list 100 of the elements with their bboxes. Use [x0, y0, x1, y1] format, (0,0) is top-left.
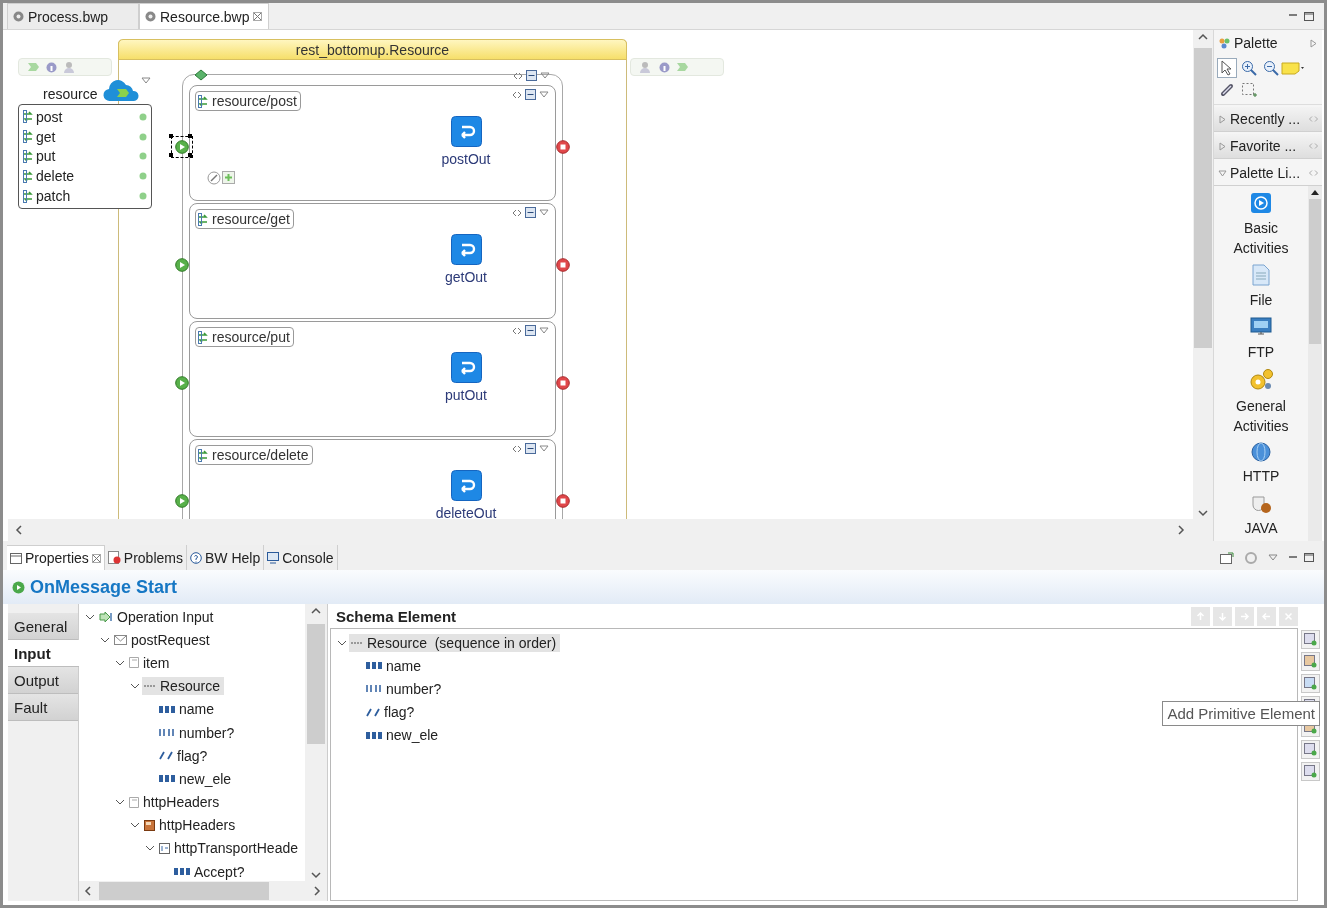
- expand-arrows-icon[interactable]: [512, 444, 522, 453]
- add-element-button[interactable]: [1300, 630, 1320, 649]
- dropdown-icon[interactable]: [539, 209, 549, 216]
- tree-item[interactable]: flag?: [364, 703, 419, 722]
- tree-item[interactable]: name: [364, 656, 426, 675]
- add-element-button[interactable]: [1300, 652, 1320, 671]
- maximize-icon[interactable]: [1304, 553, 1314, 562]
- drawer-label: Recently ...: [1230, 111, 1302, 127]
- tree-item[interactable]: postRequest: [112, 630, 214, 649]
- tree-item[interactable]: httpHeaders: [142, 816, 240, 835]
- tree-item[interactable]: number?: [364, 679, 446, 698]
- scrollbar-thumb[interactable]: [307, 624, 325, 744]
- dropdown-icon[interactable]: [539, 91, 549, 98]
- scroll-right-icon[interactable]: [1175, 524, 1187, 536]
- tree-item[interactable]: Resource: [142, 677, 224, 696]
- dropdown-icon[interactable]: [539, 327, 549, 334]
- dropdown-icon[interactable]: [141, 77, 151, 84]
- view-tab[interactable]: Properties: [7, 545, 105, 570]
- expand-arrows-icon[interactable]: [513, 71, 523, 80]
- end-event-icon[interactable]: [556, 376, 570, 390]
- operation-label[interactable]: delete: [36, 168, 136, 185]
- collapse-icon[interactable]: [526, 70, 537, 81]
- scroll-down-icon[interactable]: [310, 869, 322, 881]
- scrollbar-thumb[interactable]: [99, 882, 269, 900]
- palette-drawer[interactable]: Recently ...: [1214, 107, 1322, 132]
- expand-arrows-icon[interactable]: [512, 326, 522, 335]
- editor-tab[interactable]: Resource.bwp: [139, 3, 269, 29]
- scrollbar-thumb[interactable]: [1194, 48, 1212, 348]
- close-icon[interactable]: [252, 12, 262, 21]
- view-tab[interactable]: Console: [264, 545, 338, 570]
- section-tab[interactable]: Output: [8, 667, 78, 694]
- add-element-button[interactable]: [1300, 674, 1320, 693]
- palette-item[interactable]: File: [1249, 290, 1273, 310]
- tree-item[interactable]: httpHeaders: [127, 793, 224, 812]
- add-element-button[interactable]: [1300, 740, 1320, 759]
- palette-tool[interactable]: [1261, 58, 1281, 78]
- end-event-icon[interactable]: [556, 258, 570, 272]
- section-tab[interactable]: General: [8, 613, 78, 640]
- palette-tool[interactable]: [1217, 58, 1237, 78]
- tree-item[interactable]: Accept?: [172, 862, 249, 881]
- operation-label[interactable]: post: [36, 108, 136, 125]
- collapse-palette-icon[interactable]: [1309, 38, 1318, 48]
- scroll-right-icon[interactable]: [311, 885, 323, 897]
- reply-activity-icon[interactable]: [450, 352, 482, 383]
- tree-item[interactable]: Operation Input: [97, 607, 218, 626]
- collapse-icon[interactable]: [525, 207, 536, 218]
- scrollbar-thumb[interactable]: [1309, 199, 1321, 344]
- scope-tab[interactable]: resource/post: [195, 91, 301, 111]
- link-icon[interactable]: [207, 171, 221, 185]
- editor-tab[interactable]: Process.bwp: [7, 3, 139, 29]
- start-event-icon[interactable]: [175, 376, 189, 390]
- cloud-icon[interactable]: [103, 77, 139, 102]
- palette-item[interactable]: JAVA: [1244, 518, 1278, 538]
- scope-tab[interactable]: resource/put: [195, 327, 294, 347]
- scroll-up-icon[interactable]: [1310, 188, 1320, 196]
- view-menu-icon[interactable]: [1268, 554, 1278, 561]
- add-element-button[interactable]: [1300, 762, 1320, 781]
- section-tab[interactable]: Fault: [8, 694, 78, 721]
- scope-tab[interactable]: resource/get: [195, 209, 294, 229]
- tree-item[interactable]: httpTransportHeade: [157, 839, 302, 858]
- scope-tab[interactable]: resource/delete: [195, 445, 313, 465]
- collapse-icon[interactable]: [525, 443, 536, 454]
- palette-tool[interactable]: [1239, 80, 1259, 100]
- tree-item[interactable]: Resource (sequence in order): [349, 633, 561, 652]
- close-icon[interactable]: [91, 553, 101, 563]
- palette-item[interactable]: FTP: [1247, 342, 1275, 362]
- palette-item[interactable]: Basic Activities: [1219, 218, 1303, 258]
- tree-item[interactable]: number?: [157, 723, 239, 742]
- section-tab[interactable]: Input: [8, 640, 79, 667]
- end-event-icon[interactable]: [556, 494, 570, 508]
- operation-label[interactable]: patch: [36, 188, 136, 205]
- tree-item[interactable]: new_ele: [364, 726, 443, 745]
- collapse-icon[interactable]: [525, 89, 536, 100]
- triangle-icon[interactable]: [1218, 168, 1227, 178]
- expand-arrows-icon[interactable]: [512, 208, 522, 217]
- dropdown-icon[interactable]: [540, 72, 550, 79]
- end-event-icon[interactable]: [556, 140, 570, 154]
- start-event-icon[interactable]: [175, 258, 189, 272]
- tree-item[interactable]: item: [127, 653, 174, 672]
- palette-tool[interactable]: [1239, 58, 1259, 78]
- scroll-down-icon[interactable]: [1197, 507, 1209, 519]
- reply-activity-icon[interactable]: [450, 116, 482, 147]
- operation-label[interactable]: get: [36, 128, 136, 145]
- palette-item[interactable]: HTTP: [1242, 466, 1280, 486]
- palette-drawer[interactable]: Favorite ...: [1214, 134, 1322, 159]
- expand-arrows-icon[interactable]: [512, 90, 522, 99]
- triangle-icon[interactable]: [1218, 114, 1227, 124]
- new-window-icon[interactable]: [1220, 551, 1234, 564]
- operation-label[interactable]: put: [36, 148, 136, 165]
- collapse-icon[interactable]: [525, 325, 536, 336]
- start-event-icon[interactable]: [175, 494, 189, 508]
- tree-item[interactable]: flag?: [157, 746, 212, 765]
- palette-item[interactable]: General Activities: [1219, 396, 1303, 436]
- reply-activity-icon[interactable]: [450, 234, 482, 265]
- maximize-icon[interactable]: [1304, 11, 1314, 21]
- tree-item[interactable]: name: [157, 700, 219, 719]
- reply-activity-icon[interactable]: [450, 470, 482, 501]
- dropdown-icon[interactable]: [539, 445, 549, 452]
- tree-item[interactable]: new_ele: [157, 769, 236, 788]
- triangle-icon[interactable]: [1218, 141, 1227, 151]
